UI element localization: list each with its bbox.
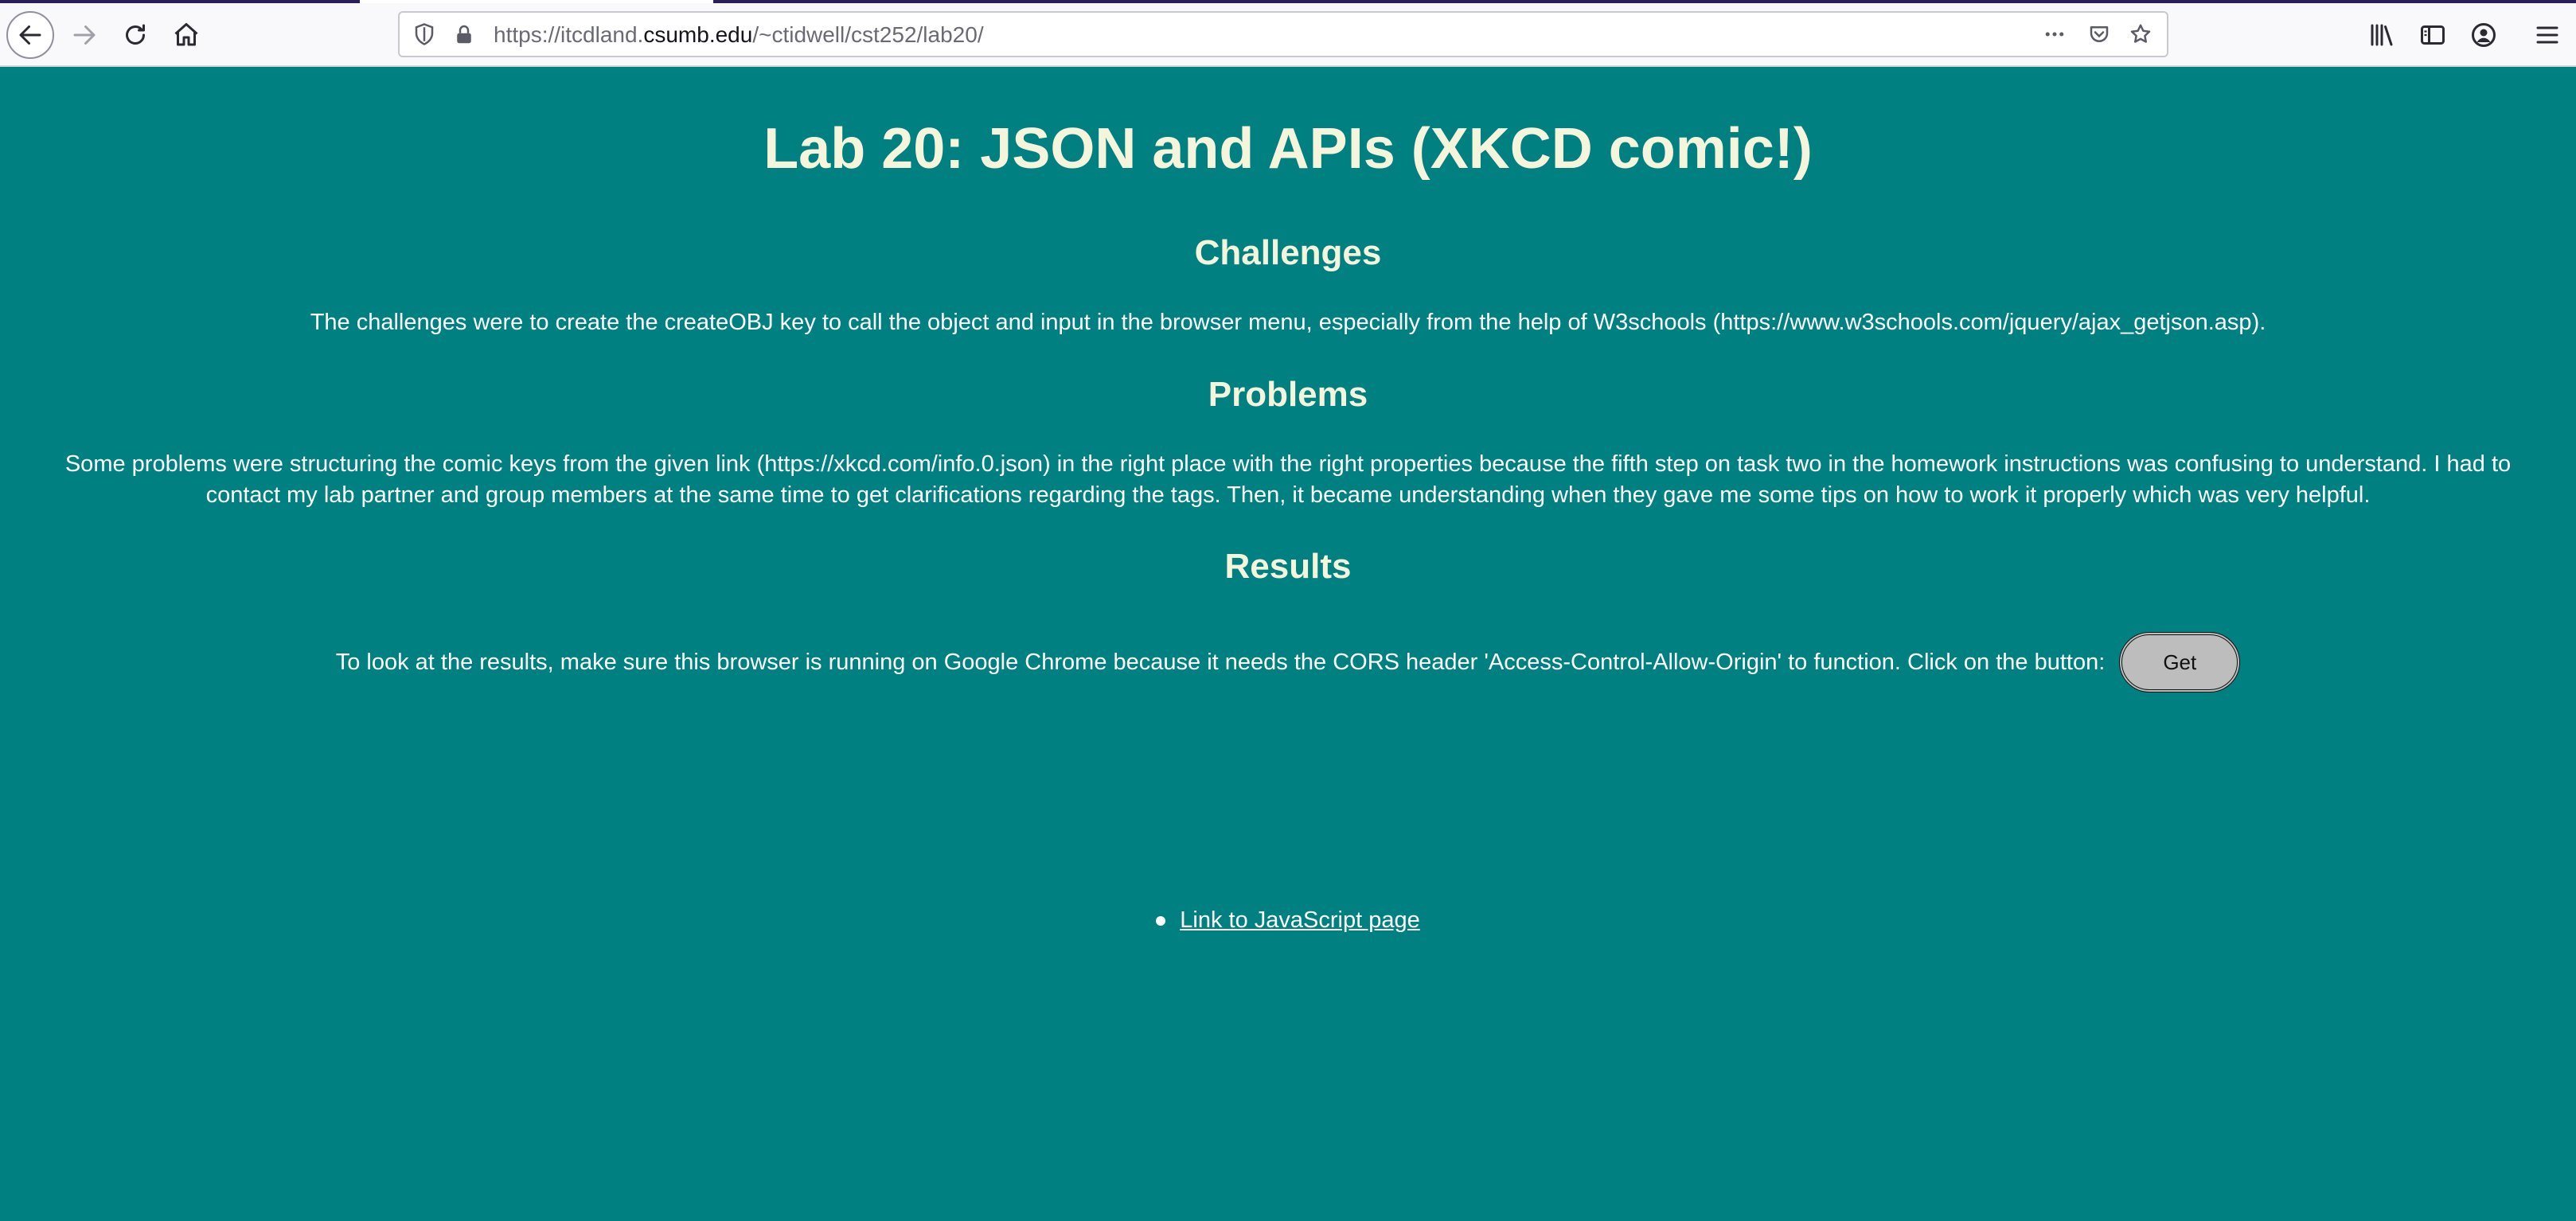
arrow-right-icon — [73, 25, 96, 45]
reload-icon — [126, 24, 145, 45]
problems-text: Some problems were structuring the comic… — [64, 451, 2512, 508]
url-host: csumb.edu — [643, 22, 753, 47]
problems-heading: Problems — [1208, 375, 1368, 414]
library-icon[interactable] — [2366, 19, 2398, 51]
get-button[interactable]: Get — [2119, 632, 2241, 692]
page-title: Lab 20: JSON and APIs (XKCD comic!) — [763, 117, 1813, 181]
challenges-heading: Challenges — [1194, 233, 1382, 272]
page-content: Lab 20: JSON and APIs (XKCD comic!) Chal… — [0, 67, 2576, 1221]
tracking-protection-shield-icon[interactable] — [411, 21, 438, 48]
url-path: /~ctidwell/cst252/lab20/ — [752, 22, 984, 47]
active-tab-indicator — [360, 0, 713, 3]
pocket-icon[interactable] — [2086, 21, 2113, 48]
bullet-icon — [1156, 915, 1166, 926]
links-list: Link to JavaScript page — [0, 907, 2576, 934]
sidebar-icon[interactable] — [2417, 19, 2449, 51]
bookmark-star-icon[interactable] — [2127, 21, 2154, 48]
url-prefix: https://itcdland. — [494, 22, 644, 47]
results-text: To look at the results, make sure this b… — [335, 649, 2106, 675]
results-heading: Results — [1224, 547, 1352, 586]
tab-strip — [0, 0, 2576, 3]
account-icon[interactable] — [2468, 19, 2500, 51]
results-row: To look at the results, make sure this b… — [0, 629, 2576, 696]
url-text[interactable]: https://itcdland.csumb.edu/~ctidwell/cst… — [494, 22, 984, 48]
javascript-page-link[interactable]: Link to JavaScript page — [1180, 907, 1419, 934]
home-icon — [174, 23, 198, 46]
back-button[interactable] — [6, 11, 54, 59]
address-bar[interactable]: https://itcdland.csumb.edu/~ctidwell/cst… — [398, 11, 2168, 57]
challenges-text: The challenges were to create the create… — [310, 310, 2266, 335]
home-button[interactable] — [162, 11, 210, 59]
hamburger-menu-icon[interactable] — [2531, 19, 2563, 51]
list-item: Link to JavaScript page — [1156, 907, 1420, 934]
lock-icon[interactable] — [451, 21, 478, 48]
page-actions-ellipsis-icon[interactable] — [2041, 21, 2068, 48]
forward-button[interactable] — [60, 11, 108, 59]
reload-button[interactable] — [111, 11, 159, 59]
arrow-left-icon — [19, 25, 41, 45]
browser-toolbar: https://itcdland.csumb.edu/~ctidwell/cst… — [0, 0, 2576, 67]
